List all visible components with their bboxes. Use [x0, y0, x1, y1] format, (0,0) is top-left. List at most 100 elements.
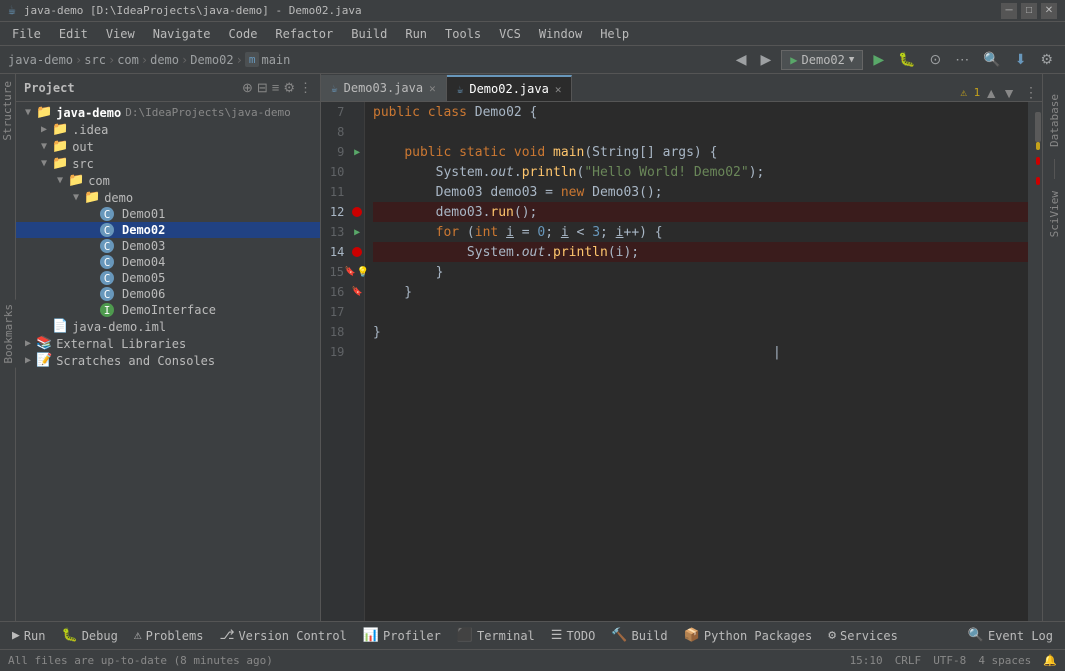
status-line-ending[interactable]: CRLF — [895, 654, 922, 667]
tree-item-demo02[interactable]: C Demo02 — [16, 222, 320, 238]
version-control-toolbar-button[interactable]: ⎇ Version Control — [213, 626, 352, 645]
coverage-button[interactable]: ⊙ — [926, 49, 946, 70]
status-encoding[interactable]: UTF-8 — [933, 654, 966, 667]
tab-demo03[interactable]: ☕ Demo03.java ✕ — [321, 75, 447, 101]
warning-up-button[interactable]: ▲ — [984, 85, 998, 101]
event-log-toolbar-button[interactable]: 🔍 Event Log — [962, 626, 1059, 645]
line-gutter: 7 8 9 ▶ 10 — [321, 102, 365, 621]
python-packages-toolbar-icon: 📦 — [684, 628, 700, 643]
menu-navigate[interactable]: Navigate — [145, 25, 219, 43]
more-actions-button[interactable]: ⋯ — [951, 49, 973, 70]
tree-item-demo05[interactable]: C Demo05 — [16, 270, 320, 286]
build-toolbar-button[interactable]: 🔨 Build — [605, 626, 673, 645]
tree-item-demo06[interactable]: C Demo06 — [16, 286, 320, 302]
status-position[interactable]: 15:10 — [850, 654, 883, 667]
tree-item-demo[interactable]: ▼ 📁 demo — [16, 189, 320, 206]
problems-toolbar-button[interactable]: ⚠ Problems — [128, 626, 210, 645]
tree-item-external-libs[interactable]: ▶ 📚 External Libraries — [16, 335, 320, 352]
menu-code[interactable]: Code — [221, 25, 266, 43]
tab-demo03-close[interactable]: ✕ — [429, 82, 436, 95]
nav-back-button[interactable]: ◀ — [732, 49, 751, 70]
run-gutter-13[interactable]: ▶ — [354, 227, 360, 238]
menu-window[interactable]: Window — [531, 25, 590, 43]
tree-item-src[interactable]: ▼ 📁 src — [16, 155, 320, 172]
tree-item-idea[interactable]: ▶ 📁 .idea — [16, 121, 320, 138]
search-everywhere-button[interactable]: 🔍 — [979, 49, 1004, 70]
locate-button[interactable]: ⊕ — [242, 80, 253, 96]
breakpoint-14[interactable] — [352, 247, 362, 257]
bookmark-15[interactable]: 🔖 — [345, 267, 356, 277]
tab-more-button[interactable]: ⋮ — [1024, 84, 1038, 101]
tree-item-scratches[interactable]: ▶ 📝 Scratches and Consoles — [16, 352, 320, 369]
todo-toolbar-button[interactable]: ☰ TODO — [545, 626, 602, 645]
structure-toggle-icon[interactable]: Structure — [1, 78, 14, 144]
breadcrumb-demo[interactable]: demo — [150, 53, 179, 67]
problems-toolbar-icon: ⚠ — [134, 628, 142, 643]
status-indent[interactable]: 4 spaces — [978, 654, 1031, 667]
sort-button[interactable]: ≡ — [272, 80, 280, 96]
tree-item-iml[interactable]: 📄 java-demo.iml — [16, 318, 320, 335]
tab-demo02-close[interactable]: ✕ — [555, 83, 562, 96]
tree-item-demo04[interactable]: C Demo04 — [16, 254, 320, 270]
breadcrumb-demo02[interactable]: Demo02 — [190, 53, 233, 67]
code-content[interactable]: public class Demo02 { public static void… — [365, 102, 1028, 621]
minimize-button[interactable]: ─ — [1001, 3, 1017, 19]
breadcrumb-src[interactable]: src — [84, 53, 106, 67]
python-packages-toolbar-button[interactable]: 📦 Python Packages — [678, 626, 819, 645]
warning-down-button[interactable]: ▼ — [1002, 85, 1016, 101]
tree-item-demointerface[interactable]: I DemoInterface — [16, 302, 320, 318]
nav-forward-button[interactable]: ▶ — [757, 49, 776, 70]
tree-item-out[interactable]: ▼ 📁 out — [16, 138, 320, 155]
status-notifications[interactable]: 🔔 — [1043, 654, 1057, 667]
bulb-15[interactable]: 💡 — [357, 267, 369, 278]
tab-demo02[interactable]: ☕ Demo02.java ✕ — [447, 75, 573, 101]
bookmarks-side-label[interactable]: Bookmarks — [0, 300, 16, 368]
menu-help[interactable]: Help — [592, 25, 637, 43]
terminal-toolbar-button[interactable]: ⬛ Terminal — [451, 626, 541, 645]
project-panel-header: Project ⊕ ⊟ ≡ ⚙ ⋮ — [16, 74, 320, 102]
menu-tools[interactable]: Tools — [437, 25, 489, 43]
menu-view[interactable]: View — [98, 25, 143, 43]
status-bar: All files are up-to-date (8 minutes ago)… — [0, 649, 1065, 671]
line-number-19: 19 — [321, 345, 350, 359]
breakpoint-12[interactable] — [352, 207, 362, 217]
project-tree[interactable]: ▼ 📁 java-demo D:\IdeaProjects\java-demo … — [16, 102, 320, 621]
project-panel-title: Project — [24, 81, 238, 95]
services-toolbar-button[interactable]: ⚙ Services — [822, 626, 904, 645]
breadcrumb-main[interactable]: main — [261, 53, 290, 67]
debug-toolbar-button[interactable]: 🐛 Debug — [56, 626, 124, 645]
profiler-toolbar-button[interactable]: 📊 Profiler — [357, 626, 447, 645]
settings-icon-button[interactable]: ⚙ — [283, 80, 295, 96]
sciview-panel-label[interactable]: SciView — [1048, 191, 1061, 237]
code-editor[interactable]: 7 8 9 ▶ 10 — [321, 102, 1042, 621]
maximize-button[interactable]: □ — [1021, 3, 1037, 19]
menu-file[interactable]: File — [4, 25, 49, 43]
scroll-track[interactable] — [1028, 102, 1042, 621]
breakpoint-stripe-1 — [1036, 157, 1040, 165]
run-button[interactable]: ▶ — [869, 49, 888, 70]
tree-item-root[interactable]: ▼ 📁 java-demo D:\IdeaProjects\java-demo — [16, 104, 320, 121]
database-panel-label[interactable]: Database — [1048, 94, 1061, 147]
menu-vcs[interactable]: VCS — [491, 25, 529, 43]
menu-build[interactable]: Build — [343, 25, 395, 43]
breadcrumb-project[interactable]: java-demo — [8, 53, 73, 67]
update-button[interactable]: ⬇ — [1011, 49, 1031, 70]
tree-item-com[interactable]: ▼ 📁 com — [16, 172, 320, 189]
menu-edit[interactable]: Edit — [51, 25, 96, 43]
gutter-line-16: 16 🔖 — [321, 282, 364, 302]
run-gutter-9[interactable]: ▶ — [354, 147, 360, 158]
breadcrumb-com[interactable]: com — [117, 53, 139, 67]
panel-close-button[interactable]: ⋮ — [299, 80, 312, 96]
collapse-all-button[interactable]: ⊟ — [257, 80, 268, 96]
menu-refactor[interactable]: Refactor — [267, 25, 341, 43]
menu-run[interactable]: Run — [397, 25, 435, 43]
run-config-selector[interactable]: ▶ Demo02 ▼ — [781, 50, 863, 70]
debug-button[interactable]: 🐛 — [894, 49, 919, 70]
tree-item-demo03[interactable]: C Demo03 — [16, 238, 320, 254]
tree-item-demo01[interactable]: C Demo01 — [16, 206, 320, 222]
close-button[interactable]: ✕ — [1041, 3, 1057, 19]
settings-button[interactable]: ⚙ — [1036, 49, 1057, 70]
run-toolbar-button[interactable]: ▶ Run — [6, 626, 52, 645]
scroll-thumb[interactable] — [1035, 112, 1041, 142]
bookmark-16[interactable]: 🔖 — [352, 287, 363, 297]
